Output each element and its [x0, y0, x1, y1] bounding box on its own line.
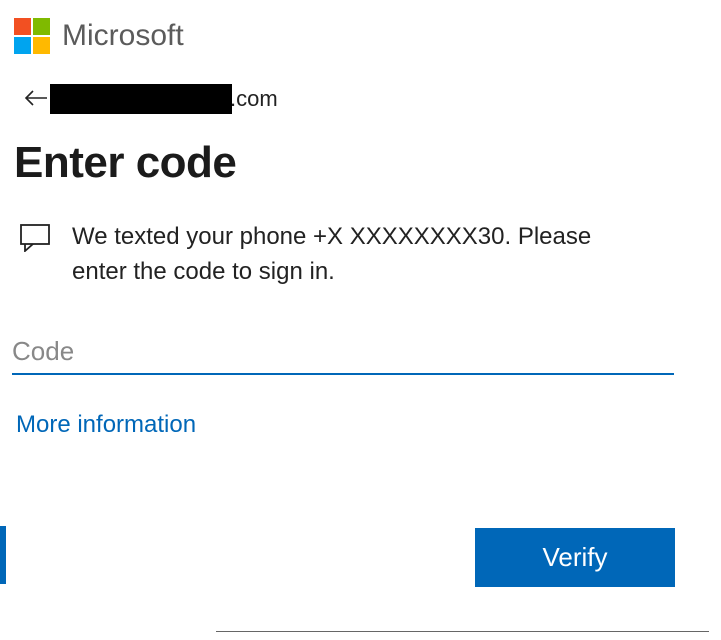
- code-input[interactable]: [12, 330, 674, 375]
- brand-name: Microsoft: [62, 19, 184, 53]
- info-text: We texted your phone +X XXXXXXXX30. Plea…: [72, 220, 632, 290]
- left-accent-bar: [0, 526, 6, 584]
- account-identity-row[interactable]: .com: [24, 84, 707, 114]
- verify-button[interactable]: Verify: [475, 528, 675, 587]
- back-arrow-icon[interactable]: [24, 86, 50, 112]
- sms-icon: [20, 224, 50, 257]
- email-suffix: .com: [230, 86, 278, 112]
- more-information-link[interactable]: More information: [16, 411, 196, 439]
- bottom-divider: [216, 631, 709, 632]
- page-title: Enter code: [14, 138, 707, 188]
- brand-header: Microsoft: [14, 18, 707, 54]
- email-redacted: [50, 84, 232, 114]
- microsoft-logo-icon: [14, 18, 50, 54]
- info-row: We texted your phone +X XXXXXXXX30. Plea…: [14, 220, 707, 290]
